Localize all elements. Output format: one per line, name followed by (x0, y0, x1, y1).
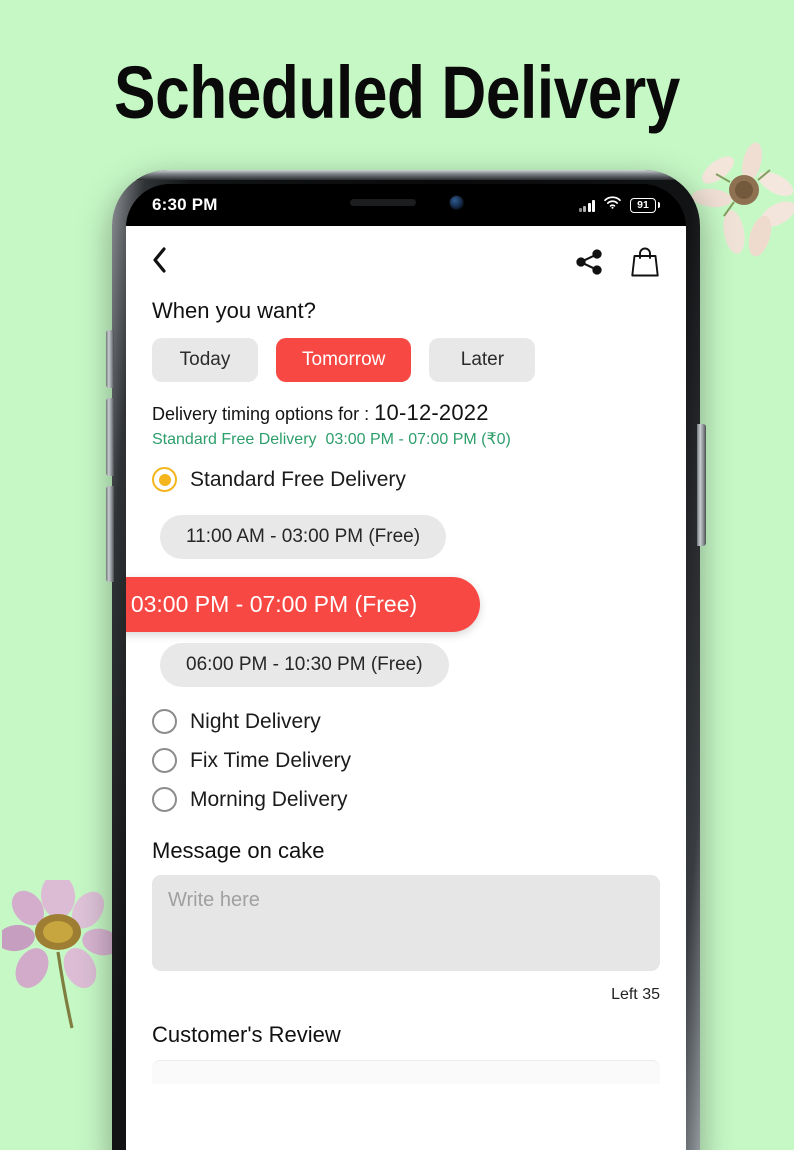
phone-screen: 6:30 PM 91 When you want? Today Tomorrow… (126, 184, 686, 1150)
battery-level: 91 (630, 197, 656, 213)
wifi-icon (604, 196, 621, 214)
signal-bars-icon (578, 199, 595, 212)
phone-top-rim (112, 170, 700, 180)
status-bar: 6:30 PM 91 (126, 184, 686, 226)
delivery-option-label: Standard Free Delivery (190, 467, 406, 491)
radio-standard-free[interactable] (152, 467, 177, 492)
when-heading: When you want? (152, 298, 316, 323)
back-chevron-icon[interactable] (152, 246, 167, 278)
volume-up-button[interactable] (106, 330, 114, 388)
volume-down-button[interactable] (106, 398, 114, 476)
timing-label-text: Delivery timing options for : (152, 404, 370, 424)
power-button[interactable] (697, 424, 706, 546)
share-icon[interactable] (574, 247, 604, 277)
battery-cap (657, 202, 660, 208)
time-slot-selected-wrapper: 03:00 PM - 07:00 PM (Free) (126, 559, 660, 651)
day-tab-today[interactable]: Today (152, 338, 258, 382)
status-indicators: 91 (578, 196, 660, 214)
message-on-cake-heading: Message on cake (152, 838, 325, 863)
header-actions (574, 246, 660, 278)
review-card-partial (152, 1060, 660, 1084)
delivery-option-night[interactable]: Night Delivery (152, 709, 660, 734)
app-header (126, 226, 686, 298)
day-tab-later[interactable]: Later (429, 338, 536, 382)
status-time: 6:30 PM (152, 195, 218, 214)
day-tab-tomorrow[interactable]: Tomorrow (276, 338, 412, 382)
page-title: Scheduled Delivery (114, 51, 680, 134)
timing-date: 10-12-2022 (374, 400, 489, 425)
day-tabs: Today Tomorrow Later (152, 338, 660, 382)
mute-switch-button[interactable] (106, 486, 114, 582)
front-camera-icon (449, 196, 463, 209)
radio-morning-delivery[interactable] (152, 787, 177, 812)
radio-night-delivery[interactable] (152, 709, 177, 734)
summary-slot: 03:00 PM - 07:00 PM (₹0) (325, 431, 511, 448)
radio-fix-time-delivery[interactable] (152, 748, 177, 773)
flower-decoration-bottom-left (0, 874, 120, 1040)
delivery-option-label: Night Delivery (190, 709, 321, 733)
summary-type: Standard Free Delivery (152, 431, 317, 448)
phone-frame: 6:30 PM 91 When you want? Today Tomorrow… (112, 170, 700, 1150)
shopping-bag-icon[interactable] (630, 246, 660, 278)
time-slot-afternoon-selected[interactable]: 03:00 PM - 07:00 PM (Free) (126, 577, 480, 632)
message-on-cake-input[interactable] (152, 875, 660, 971)
earpiece-speaker (349, 199, 416, 206)
scheduling-content: When you want? Today Tomorrow Later Deli… (126, 298, 686, 1084)
app-content: When you want? Today Tomorrow Later Deli… (126, 226, 686, 1150)
delivery-option-standard-free[interactable]: Standard Free Delivery (152, 467, 660, 492)
delivery-option-fix-time[interactable]: Fix Time Delivery (152, 748, 660, 773)
delivery-option-label: Fix Time Delivery (190, 748, 352, 772)
chars-left-counter: Left 35 (611, 986, 660, 1003)
battery-icon: 91 (630, 197, 660, 213)
delivery-summary: Standard Free Delivery 03:00 PM - 07:00 P… (152, 429, 660, 449)
delivery-option-label: Morning Delivery (190, 787, 348, 811)
delivery-option-morning[interactable]: Morning Delivery (152, 787, 660, 812)
time-slot-morning[interactable]: 11:00 AM - 03:00 PM (Free) (160, 515, 447, 559)
timing-options-label: Delivery timing options for : 10-12-2022 (152, 400, 660, 426)
flower-decoration-top-right (690, 140, 794, 265)
customers-review-heading: Customer's Review (152, 1022, 341, 1047)
